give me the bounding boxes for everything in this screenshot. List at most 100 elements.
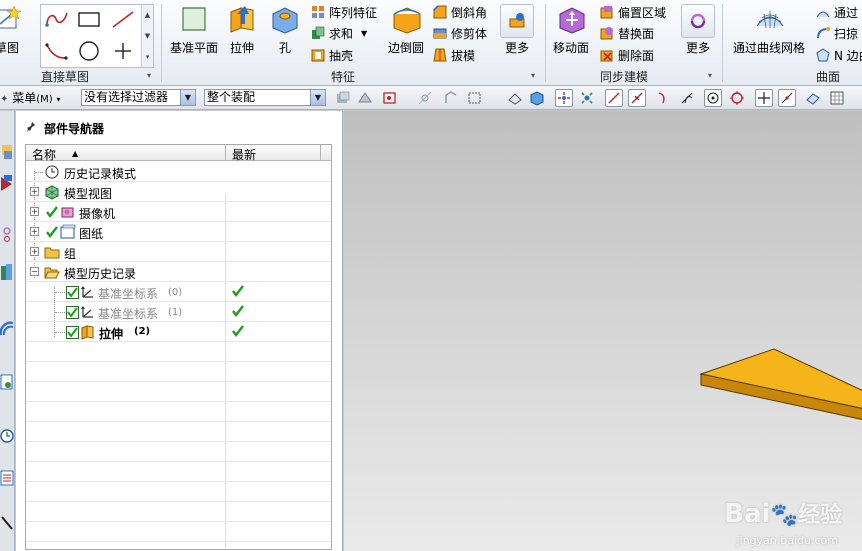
select-face-icon[interactable]: [356, 89, 374, 107]
checkbox[interactable]: [64, 284, 80, 300]
pin-icon[interactable]: [26, 121, 36, 136]
draft-button[interactable]: 拔模: [433, 46, 475, 64]
move-face-button[interactable]: 移动面: [553, 4, 589, 56]
delete-face-button[interactable]: 删除面: [600, 46, 654, 64]
point-on-surface-snap-icon[interactable]: [804, 89, 822, 107]
web-browser-tab-icon[interactable]: [0, 317, 14, 339]
feature-more-label: 更多: [504, 41, 529, 55]
reuse-library-tab-icon[interactable]: [0, 261, 14, 283]
chevron-down-icon[interactable]: ▼: [361, 29, 367, 38]
sync-more-button[interactable]: 更多: [681, 4, 715, 56]
expand-icon[interactable]: +: [30, 187, 39, 196]
empty-row: [26, 362, 331, 382]
snap-point-icon[interactable]: [416, 89, 434, 107]
datum-plane-button[interactable]: 基准平面: [170, 4, 218, 56]
watermark-brand-suffix: 经验: [797, 503, 842, 528]
sketch-button[interactable]: 草图: [0, 4, 22, 56]
select-component-icon[interactable]: [334, 89, 352, 107]
rectangle-select-icon[interactable]: [466, 89, 484, 107]
solid-body-icon[interactable]: [528, 89, 546, 107]
unite-button[interactable]: 求和 ▼: [311, 24, 367, 42]
trim-body-button[interactable]: 修剪体: [433, 24, 487, 42]
tree-row-datum-csys-0[interactable]: 基准坐标系 (0): [26, 282, 331, 302]
move-face-label: 移动面: [553, 41, 590, 55]
hole-button[interactable]: 孔: [270, 4, 300, 56]
snap-control-icon[interactable]: [555, 89, 573, 107]
snap-grid-icon[interactable]: [578, 89, 596, 107]
n-sided-surface-button[interactable]: N 边曲: [816, 46, 862, 64]
column-header-name[interactable]: 名称: [32, 146, 56, 163]
system-materials-tab-icon[interactable]: [0, 467, 14, 489]
bounded-grid-snap-icon[interactable]: [828, 89, 846, 107]
delete-face-icon: [600, 48, 614, 62]
select-region-icon[interactable]: [442, 89, 460, 107]
sweep-button[interactable]: 扫掠: [816, 24, 858, 42]
type-filter-select[interactable]: 没有选择过滤器 ▼: [81, 89, 196, 106]
point-icon[interactable]: [107, 37, 139, 65]
offset-region-button[interactable]: 偏置区域: [600, 3, 666, 21]
menu-button[interactable]: ✦ 菜单(M) ▾: [0, 89, 61, 106]
tree-row-drawings[interactable]: + 图纸: [26, 222, 331, 242]
intersection-snap-icon[interactable]: [678, 89, 696, 107]
tree-row-cameras[interactable]: + 摄像机: [26, 202, 331, 222]
extruded-body-model[interactable]: [344, 111, 862, 551]
expand-icon[interactable]: +: [30, 227, 39, 236]
watermark-brand: Bai: [724, 499, 771, 529]
arc-icon[interactable]: [41, 37, 73, 65]
clock-icon[interactable]: [0, 425, 14, 447]
existing-point-snap-icon[interactable]: [755, 89, 773, 107]
profile-icon[interactable]: [41, 5, 73, 33]
tree-row-history-mode[interactable]: 历史记录模式: [26, 162, 331, 182]
circle-icon[interactable]: [73, 37, 105, 65]
assembly-navigator-tab-icon[interactable]: [0, 173, 14, 195]
expand-icon[interactable]: +: [30, 207, 39, 216]
shell-button[interactable]: 抽壳: [311, 46, 353, 64]
checkbox[interactable]: [64, 304, 80, 320]
through-curves-button[interactable]: 通过: [816, 3, 858, 21]
tree-row-datum-csys-1[interactable]: 基准坐标系 (1): [26, 302, 331, 322]
end-point-snap-icon[interactable]: [605, 89, 623, 107]
roles-tab-icon[interactable]: [0, 511, 14, 533]
dialog-launcher-icon[interactable]: ▾: [147, 71, 151, 80]
column-header-latest[interactable]: 最新: [232, 146, 256, 163]
chevron-down-icon[interactable]: ▼: [180, 90, 195, 105]
arc-center-snap-icon[interactable]: [704, 89, 722, 107]
through-curve-mesh-button[interactable]: 通过曲线网格: [733, 4, 805, 56]
part-navigator-tab-icon[interactable]: [0, 141, 14, 163]
datum-csys-icon: [80, 304, 96, 320]
sketch-icon: [0, 4, 22, 34]
tree-row-model-views[interactable]: + 模型视图: [26, 182, 331, 202]
scope-select[interactable]: 整个装配 ▼: [204, 89, 326, 106]
divider: [545, 4, 546, 82]
replace-face-button[interactable]: 替换面: [600, 24, 654, 42]
curve-snap-icon[interactable]: [654, 89, 672, 107]
dialog-launcher-icon[interactable]: ▾: [531, 71, 535, 80]
pattern-feature-button[interactable]: 阵列特征: [311, 3, 377, 21]
quadrant-snap-icon[interactable]: [728, 89, 746, 107]
tree-row-groups[interactable]: + 组: [26, 242, 331, 262]
line-icon[interactable]: [107, 5, 139, 33]
tree-row-label: 模型历史记录: [64, 267, 137, 281]
chamfer-button[interactable]: 倒斜角: [433, 3, 487, 21]
chevron-down-icon[interactable]: ▼: [310, 90, 325, 105]
tree-row-extrude[interactable]: 拉伸 (2): [26, 322, 331, 342]
rectangle-icon[interactable]: [73, 5, 105, 33]
expand-icon[interactable]: +: [30, 247, 39, 256]
collapse-icon[interactable]: −: [30, 267, 39, 276]
dialog-launcher-icon[interactable]: ▾: [708, 71, 712, 80]
sketch-gallery-scroll[interactable]: ▲ ▼ ▾: [141, 5, 153, 67]
checkmark-icon: [231, 304, 245, 318]
constraint-navigator-tab-icon[interactable]: [0, 223, 14, 245]
selection-intent-icon[interactable]: [382, 89, 400, 107]
empty-row: [26, 482, 331, 502]
deselect-all-icon[interactable]: [506, 89, 524, 107]
extrude-button[interactable]: 拉伸: [227, 4, 257, 56]
point-on-curve-snap-icon[interactable]: [778, 89, 796, 107]
feature-more-button[interactable]: 更多: [500, 4, 534, 56]
edge-blend-button[interactable]: 边倒圆: [388, 4, 424, 56]
history-tab-icon[interactable]: [0, 371, 14, 393]
mid-point-snap-icon[interactable]: [628, 89, 646, 107]
checkbox[interactable]: [64, 324, 80, 340]
tree-row-model-history[interactable]: − 模型历史记录: [26, 262, 331, 282]
graphics-window[interactable]: Bai🐾经验 jingyan.baidu.com: [344, 111, 862, 551]
